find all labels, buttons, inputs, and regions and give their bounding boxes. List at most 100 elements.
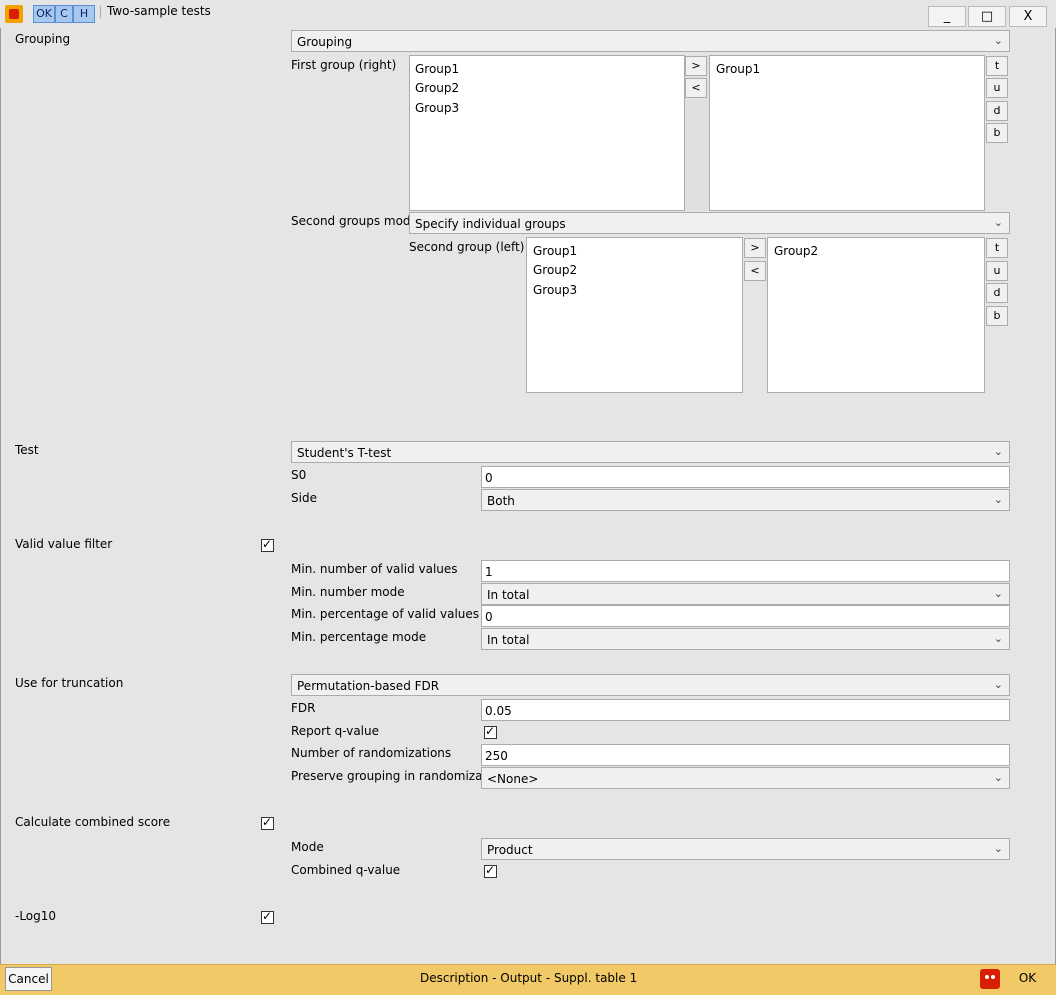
second-group-label: Second group (left) — [409, 240, 525, 254]
combined-label: Calculate combined score — [15, 815, 171, 829]
mode-dropdown[interactable]: Product ⌄ — [481, 838, 1010, 860]
first-move-left-button[interactable]: < — [685, 78, 707, 98]
list-item[interactable]: Group3 — [415, 101, 459, 115]
list-item[interactable]: Group1 — [716, 62, 760, 76]
min-percentage-mode-label: Min. percentage mode — [291, 630, 427, 644]
second-bottom-button[interactable]: b — [986, 306, 1008, 326]
test-dropdown[interactable]: Student's T-test ⌄ — [291, 441, 1010, 463]
min-number-mode-dropdown[interactable]: In total ⌄ — [481, 583, 1010, 605]
mode-value: Product — [487, 843, 533, 857]
cancel-button[interactable]: Cancel — [5, 967, 52, 991]
chevron-down-icon: ⌄ — [993, 587, 1003, 600]
log10-checkbox[interactable] — [261, 909, 274, 924]
help-title-button[interactable]: H — [73, 5, 95, 23]
maximize-button[interactable]: □ — [968, 6, 1006, 27]
second-mode-value: Specify individual groups — [415, 217, 566, 231]
list-item[interactable]: Group1 — [533, 244, 577, 258]
randomizations-value: 250 — [485, 749, 508, 763]
list-item[interactable]: Group3 — [533, 283, 577, 297]
side-label: Side — [291, 491, 317, 505]
min-percentage-label: Min. percentage of valid values — [291, 607, 480, 621]
min-percentage-mode-value: In total — [487, 633, 530, 647]
minimize-button[interactable]: _ — [928, 6, 966, 27]
grouping-value: Grouping — [297, 35, 353, 49]
second-down-button[interactable]: d — [986, 283, 1008, 303]
app-logo-icon — [5, 5, 23, 23]
grouping-label: Grouping — [15, 32, 71, 46]
min-number-value: 1 — [485, 565, 493, 579]
list-item[interactable]: Group2 — [415, 81, 459, 95]
report-q-checkbox[interactable] — [484, 724, 497, 739]
fdr-field[interactable]: 0.05 — [481, 699, 1010, 721]
s0-field[interactable]: 0 — [481, 466, 1010, 488]
ghost-icon[interactable] — [980, 969, 1000, 989]
second-top-button[interactable]: t — [986, 238, 1008, 258]
close-icon: X — [1023, 9, 1033, 24]
s0-value: 0 — [485, 471, 493, 485]
min-number-label: Min. number of valid values — [291, 562, 458, 576]
min-number-field[interactable]: 1 — [481, 560, 1010, 582]
fdr-value: 0.05 — [485, 704, 512, 718]
valid-filter-checkbox[interactable] — [261, 537, 274, 552]
ok-title-button[interactable]: OK — [33, 5, 55, 23]
minimize-icon: _ — [943, 9, 951, 24]
report-q-label: Report q-value — [291, 724, 379, 738]
output-path: Description - Output - Suppl. table 1 — [420, 971, 638, 985]
preserve-dropdown[interactable]: <None> ⌄ — [481, 767, 1010, 789]
chevron-down-icon: ⌄ — [993, 34, 1003, 47]
first-top-button[interactable]: t — [986, 56, 1008, 76]
title-bar: OK C H Two-sample tests _ □ X — [0, 0, 1056, 28]
side-dropdown[interactable]: Both ⌄ — [481, 489, 1010, 511]
second-move-right-button[interactable]: > — [744, 238, 766, 258]
side-value: Both — [487, 494, 515, 508]
second-group-selected-list[interactable]: Group2 — [767, 237, 985, 393]
min-percentage-mode-dropdown[interactable]: In total ⌄ — [481, 628, 1010, 650]
first-group-selected-list[interactable]: Group1 — [709, 55, 985, 211]
grouping-dropdown[interactable]: Grouping ⌄ — [291, 30, 1010, 52]
combined-q-label: Combined q-value — [291, 863, 401, 877]
chevron-down-icon: ⌄ — [993, 842, 1003, 855]
randomizations-field[interactable]: 250 — [481, 744, 1010, 766]
min-number-mode-value: In total — [487, 588, 530, 602]
second-group-available-list[interactable]: Group1 Group2 Group3 — [526, 237, 743, 393]
first-move-right-button[interactable]: > — [685, 56, 707, 76]
s0-label: S0 — [291, 468, 307, 482]
combined-q-checkbox[interactable] — [484, 863, 497, 878]
list-item[interactable]: Group2 — [533, 263, 577, 277]
log10-label: -Log10 — [15, 909, 57, 923]
close-button[interactable]: X — [1009, 6, 1047, 27]
chevron-down-icon: ⌄ — [993, 771, 1003, 784]
fdr-label: FDR — [291, 701, 316, 715]
ok-button[interactable]: OK — [1005, 967, 1050, 991]
min-number-mode-label: Min. number mode — [291, 585, 405, 599]
first-bottom-button[interactable]: b — [986, 123, 1008, 143]
window-title: Two-sample tests — [107, 4, 211, 18]
combined-checkbox[interactable] — [261, 815, 274, 830]
chevron-down-icon: ⌄ — [993, 445, 1003, 458]
first-down-button[interactable]: d — [986, 101, 1008, 121]
title-separator — [100, 6, 103, 18]
truncation-dropdown[interactable]: Permutation-based FDR ⌄ — [291, 674, 1010, 696]
min-percentage-field[interactable]: 0 — [481, 605, 1010, 627]
first-group-label: First group (right) — [291, 58, 397, 72]
mode-label: Mode — [291, 840, 324, 854]
test-value: Student's T-test — [297, 446, 392, 460]
first-up-button[interactable]: u — [986, 78, 1008, 98]
first-group-available-list[interactable]: Group1 Group2 Group3 — [409, 55, 685, 211]
chevron-down-icon: ⌄ — [993, 632, 1003, 645]
preserve-value: <None> — [487, 772, 539, 786]
cancel-title-button[interactable]: C — [55, 5, 73, 23]
chevron-down-icon: ⌄ — [993, 216, 1003, 229]
maximize-icon: □ — [980, 9, 994, 24]
second-move-left-button[interactable]: < — [744, 261, 766, 281]
valid-filter-label: Valid value filter — [15, 537, 113, 551]
list-item[interactable]: Group1 — [415, 62, 459, 76]
test-label: Test — [15, 443, 39, 457]
second-mode-label: Second groups mode — [291, 214, 418, 228]
chevron-down-icon: ⌄ — [993, 493, 1003, 506]
second-mode-dropdown[interactable]: Specify individual groups ⌄ — [409, 212, 1010, 234]
second-up-button[interactable]: u — [986, 261, 1008, 281]
list-item[interactable]: Group2 — [774, 244, 818, 258]
randomizations-label: Number of randomizations — [291, 746, 452, 760]
truncation-value: Permutation-based FDR — [297, 679, 440, 693]
